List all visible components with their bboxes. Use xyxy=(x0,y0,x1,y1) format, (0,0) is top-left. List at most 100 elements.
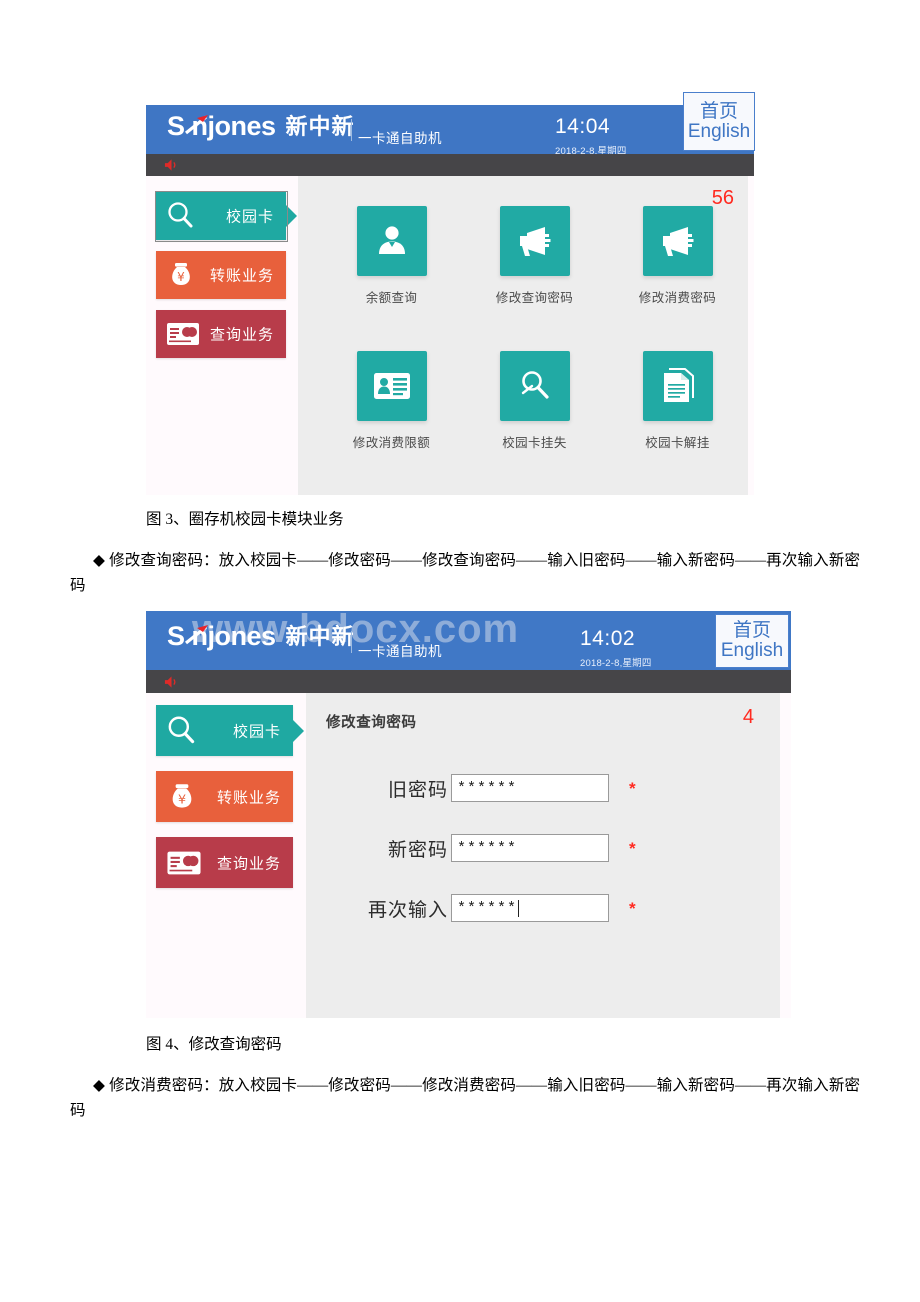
kiosk-screenshot-1: S njones 新中新 一卡通自助机 14:04 2018-2-8,星期四 首… xyxy=(146,92,755,495)
document-page: S njones 新中新 一卡通自助机 14:04 2018-2-8,星期四 首… xyxy=(0,0,920,1302)
magnifier-icon xyxy=(168,716,195,743)
documents-icon xyxy=(663,368,694,402)
tile-icon-box xyxy=(642,206,713,276)
magnifier-icon xyxy=(168,202,193,228)
paragraph-text: ◆ 修改查询密码：放入校园卡——修改密码——修改查询密码——输入旧密码——输入新… xyxy=(70,552,860,595)
required-asterisk: * xyxy=(629,778,636,798)
tile-unlock-card[interactable]: 校园卡解挂 xyxy=(606,351,749,496)
logo-chinese: 新中新 xyxy=(285,113,355,139)
tile-label: 修改消费限额 xyxy=(352,436,431,450)
kiosk-header-1: S njones 新中新 一卡通自助机 14:04 2018-2-8,星期四 首… xyxy=(146,92,755,157)
confirm-password-input[interactable]: ****** xyxy=(451,894,609,922)
form-row-new-password: 新密码 ****** * xyxy=(348,834,636,862)
tile-icon-box xyxy=(499,351,570,421)
sidebar-item-transfer-1[interactable]: ¥ 转账业务 xyxy=(156,251,286,299)
tile-icon-box xyxy=(499,206,570,276)
paragraph-figure-4: ◆ 修改消费密码：放入校园卡——修改密码——修改消费密码——输入旧密码——输入新… xyxy=(70,1073,860,1123)
field-label: 新密码 xyxy=(387,839,448,861)
input-value: ****** xyxy=(457,839,518,857)
sidebar-item-query-2[interactable]: 查询业务 xyxy=(156,837,293,888)
field-label: 旧密码 xyxy=(387,779,448,801)
sidebar-item-transfer-2[interactable]: ¥ 转账业务 xyxy=(156,771,293,822)
tile-label: 修改消费密码 xyxy=(638,291,717,305)
caption-figure-4: 图 4、修改查询密码 xyxy=(146,1036,282,1053)
logo-swoosh-icon xyxy=(185,625,208,645)
logo-chinese: 新中新 xyxy=(285,623,355,649)
kiosk-main-panel-1: 56 余额查询 修改查询密码 修改消费密码 修改消费限额 校园卡挂失 校园卡解挂 xyxy=(298,176,748,495)
id-card-icon xyxy=(373,373,410,399)
megaphone-icon xyxy=(662,227,693,256)
kiosk-notice-bar-1 xyxy=(146,154,754,176)
tile-balance-query[interactable]: 余额查询 xyxy=(320,206,463,351)
kiosk-main-panel-2: 修改查询密码 4 旧密码 ****** * 新密码 ****** * 再次输入 … xyxy=(306,693,780,1018)
tile-label: 校园卡解挂 xyxy=(645,436,710,450)
kiosk-notice-bar-2 xyxy=(146,670,791,693)
kiosk-body-1: 校园卡 ¥ 转账业务 查询业务 56 余额查询 修改查询密码 修改消费密码 修改… xyxy=(146,176,754,495)
megaphone-icon xyxy=(519,227,550,256)
magnifier-search-icon xyxy=(521,371,549,399)
required-asterisk: * xyxy=(629,898,636,918)
clock-date: 2018-2-8,星期四 xyxy=(580,658,652,669)
form-row-old-password: 旧密码 ****** * xyxy=(348,774,636,802)
form-row-confirm-password: 再次输入 ****** * xyxy=(348,894,636,922)
kiosk-subtitle-2: 一卡通自助机 xyxy=(358,644,442,659)
required-asterisk: * xyxy=(629,838,636,858)
tile-change-consume-password[interactable]: 修改消费密码 xyxy=(606,206,749,351)
language-button-label: English xyxy=(687,120,751,142)
header-divider xyxy=(351,119,352,141)
clock-2: 14:02 2018-2-8,星期四 xyxy=(580,628,652,669)
text-caret xyxy=(518,899,520,917)
tile-icon-box xyxy=(356,206,427,276)
home-button-label: 首页 xyxy=(732,620,771,642)
svg-text:¥: ¥ xyxy=(177,270,185,284)
bank-card-icon xyxy=(167,323,199,345)
field-label: 再次输入 xyxy=(367,899,448,921)
input-value: ****** xyxy=(457,779,518,797)
service-tile-grid-1: 余额查询 修改查询密码 修改消费密码 修改消费限额 校园卡挂失 校园卡解挂 xyxy=(320,206,749,496)
header-divider xyxy=(351,631,352,653)
sidebar-item-query-1[interactable]: 查询业务 xyxy=(156,310,286,358)
person-icon xyxy=(378,226,405,254)
svg-text:¥: ¥ xyxy=(178,791,186,806)
caption-figure-3: 图 3、圈存机校园卡模块业务 xyxy=(146,511,344,528)
paragraph-text: ◆ 修改消费密码：放入校园卡——修改密码——修改消费密码——输入旧密码——输入新… xyxy=(70,1077,860,1120)
corner-number-2: 4 xyxy=(742,706,754,728)
kiosk-sidebar-1: 校园卡 ¥ 转账业务 查询业务 xyxy=(146,176,298,495)
home-language-button-1[interactable]: 首页 English xyxy=(683,92,755,151)
sidebar-item-label: 转账业务 xyxy=(216,789,281,806)
corner-number-1: 56 xyxy=(711,187,734,209)
speaker-icon[interactable] xyxy=(164,158,179,172)
kiosk-subtitle-1: 一卡通自助机 xyxy=(358,131,442,146)
home-language-button-2[interactable]: 首页 English xyxy=(715,614,789,668)
form-title: 修改查询密码 xyxy=(326,715,417,731)
sidebar-item-label: 校园卡 xyxy=(225,208,274,226)
input-value: ****** xyxy=(457,899,518,917)
kiosk-header-2: www.bdocx.com S njones 新中新 一卡通自助机 14:02 … xyxy=(146,607,791,670)
old-password-input[interactable]: ****** xyxy=(451,774,609,802)
tile-label: 余额查询 xyxy=(365,291,418,305)
sidebar-item-label: 校园卡 xyxy=(232,723,281,740)
new-password-input[interactable]: ****** xyxy=(451,834,609,862)
paragraph-figure-3: ◆ 修改查询密码：放入校园卡——修改密码——修改查询密码——输入旧密码——输入新… xyxy=(70,548,860,598)
tile-label: 修改查询密码 xyxy=(495,291,574,305)
speaker-icon[interactable] xyxy=(164,675,179,689)
sidebar-item-campus-card-2[interactable]: 校园卡 xyxy=(156,705,304,756)
sidebar-item-label: 转账业务 xyxy=(209,267,274,285)
tile-change-consume-limit[interactable]: 修改消费限额 xyxy=(320,351,463,496)
logo-swoosh-icon xyxy=(185,115,208,135)
tile-icon-box xyxy=(642,351,713,421)
bank-card-icon xyxy=(167,851,201,874)
home-button-label: 首页 xyxy=(699,100,738,122)
money-bag-icon: ¥ xyxy=(172,263,190,285)
clock-time: 14:02 xyxy=(580,627,636,650)
tile-icon-box xyxy=(356,351,427,421)
money-bag-icon: ¥ xyxy=(172,783,192,808)
tile-change-query-password[interactable]: 修改查询密码 xyxy=(463,206,606,351)
sidebar-item-campus-card-1[interactable]: 校园卡 xyxy=(156,192,297,240)
tile-label: 校园卡挂失 xyxy=(502,436,567,450)
tile-report-card-lost[interactable]: 校园卡挂失 xyxy=(463,351,606,496)
kiosk-body-2: 校园卡 ¥ 转账业务 查询业务 修改查询密码 4 旧密码 ****** * 新密… xyxy=(146,693,791,1018)
sidebar-selected-arrow xyxy=(286,205,297,227)
kiosk-screenshot-2: www.bdocx.com S njones 新中新 一卡通自助机 14:02 … xyxy=(146,607,791,1018)
sidebar-item-label: 查询业务 xyxy=(216,855,281,872)
